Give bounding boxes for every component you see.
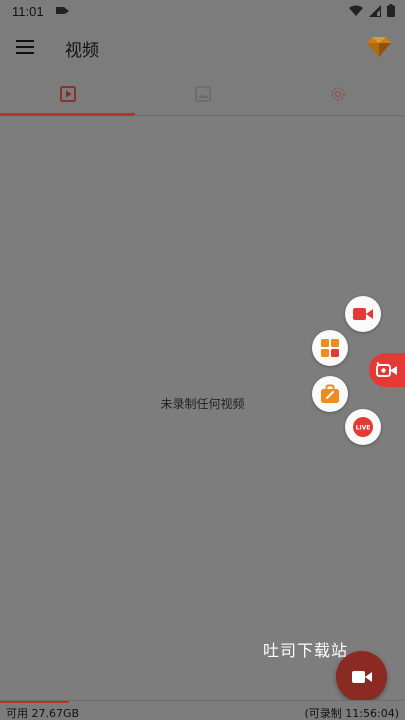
play-box-icon [59, 86, 76, 102]
grid-apps-icon [321, 339, 339, 357]
tab-images[interactable] [135, 72, 270, 116]
premium-gem-icon[interactable] [367, 36, 391, 58]
menu-icon[interactable] [16, 40, 34, 54]
live-stream-button[interactable]: LIVE [345, 409, 381, 445]
page-title: 视频 [65, 41, 99, 61]
wifi-icon [349, 5, 363, 16]
battery-icon [387, 4, 395, 17]
video-camera-icon [353, 308, 373, 320]
gear-icon [330, 87, 345, 101]
status-icons [349, 4, 395, 17]
video-list: 未录制任何视频 [0, 117, 405, 700]
signal-icon [369, 4, 381, 17]
record-video-button[interactable] [345, 296, 381, 332]
tab-indicator [0, 113, 135, 116]
toolbox-button[interactable] [312, 376, 348, 412]
remaining-record-time: (可录制 11:56:04) [304, 707, 399, 720]
screen-record-status-icon [56, 7, 69, 14]
status-time: 11:01 [12, 4, 44, 19]
toolbox-icon [321, 384, 339, 403]
video-camera-icon [351, 670, 372, 683]
tab-videos[interactable] [0, 72, 135, 116]
storage-progress [0, 701, 69, 703]
start-recording-button[interactable] [336, 651, 387, 702]
tab-settings[interactable] [270, 72, 405, 116]
svg-text:LIVE: LIVE [356, 425, 371, 432]
available-storage: 可用 27.67GB [6, 707, 80, 720]
tools-button[interactable] [312, 330, 348, 366]
app-bar: 视频 [0, 24, 405, 72]
tab-bar [0, 72, 405, 116]
floating-camera-icon [376, 362, 397, 377]
status-bar: 11:01 [0, 0, 405, 24]
image-icon [194, 86, 211, 102]
storage-bar: 可用 27.67GB (可录制 11:56:04) [0, 700, 405, 720]
watermark-text: 吐司下载站 [263, 641, 349, 660]
floating-camera-handle[interactable] [369, 353, 405, 387]
live-icon: LIVE [353, 417, 373, 437]
